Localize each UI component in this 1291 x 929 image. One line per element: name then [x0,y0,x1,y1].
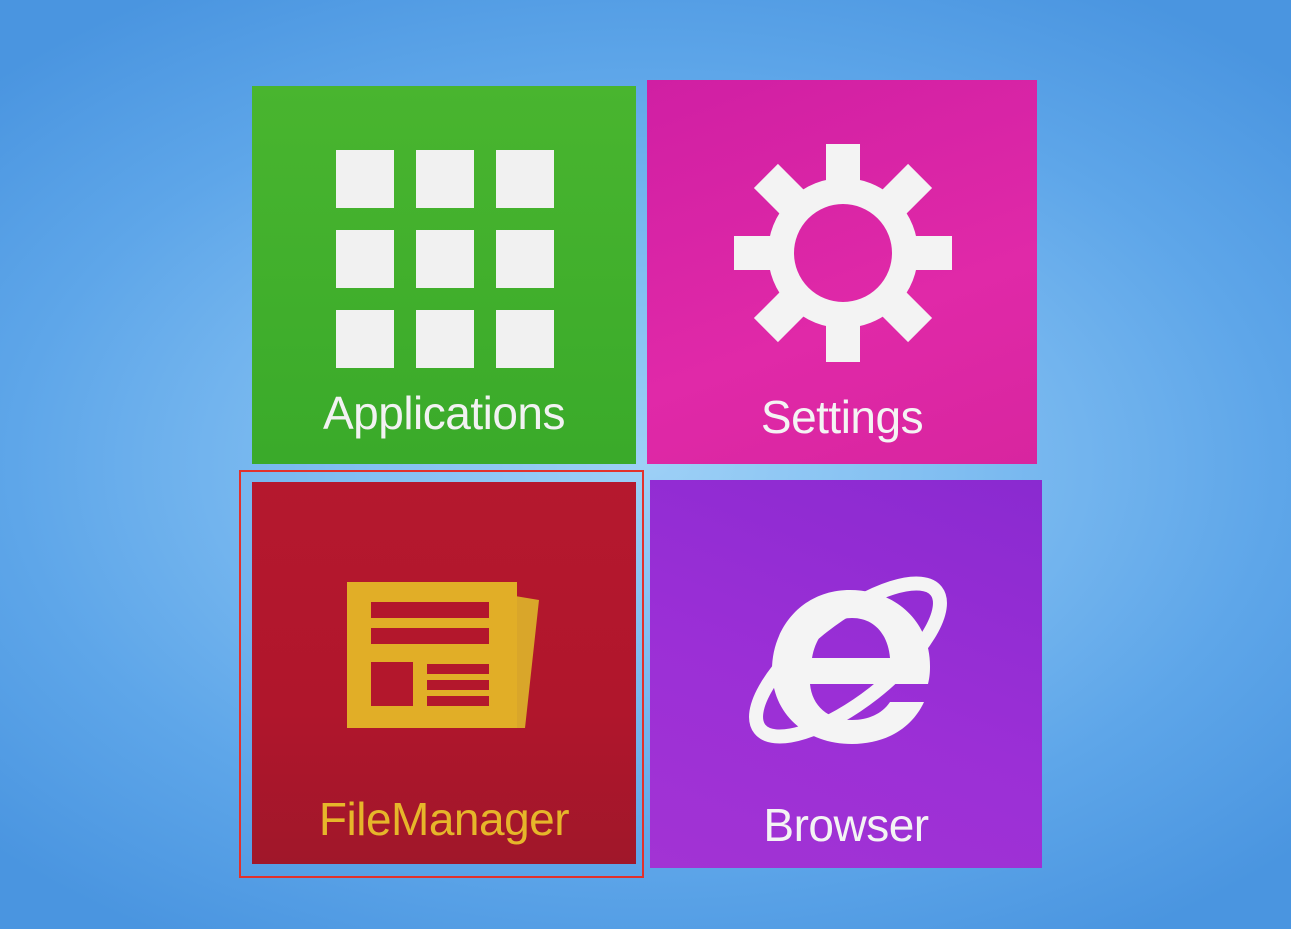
tile-browser-label: Browser [763,799,929,851]
document-icon [347,582,539,728]
gear-icon [734,144,952,362]
internet-explorer-icon [749,576,947,744]
tile-applications[interactable]: Applications [252,86,636,464]
app-grid-icon [336,150,554,368]
tile-filemanager-label: FileManager [318,793,570,845]
tile-filemanager[interactable]: FileManager [252,482,636,864]
tile-browser[interactable]: Browser [650,480,1042,868]
tile-settings-label: Settings [760,391,924,443]
tile-settings[interactable]: Settings [647,80,1037,464]
desktop-background: Applications Settings FileManager Browse… [0,0,1291,929]
tile-applications-label: Applications [322,387,566,439]
